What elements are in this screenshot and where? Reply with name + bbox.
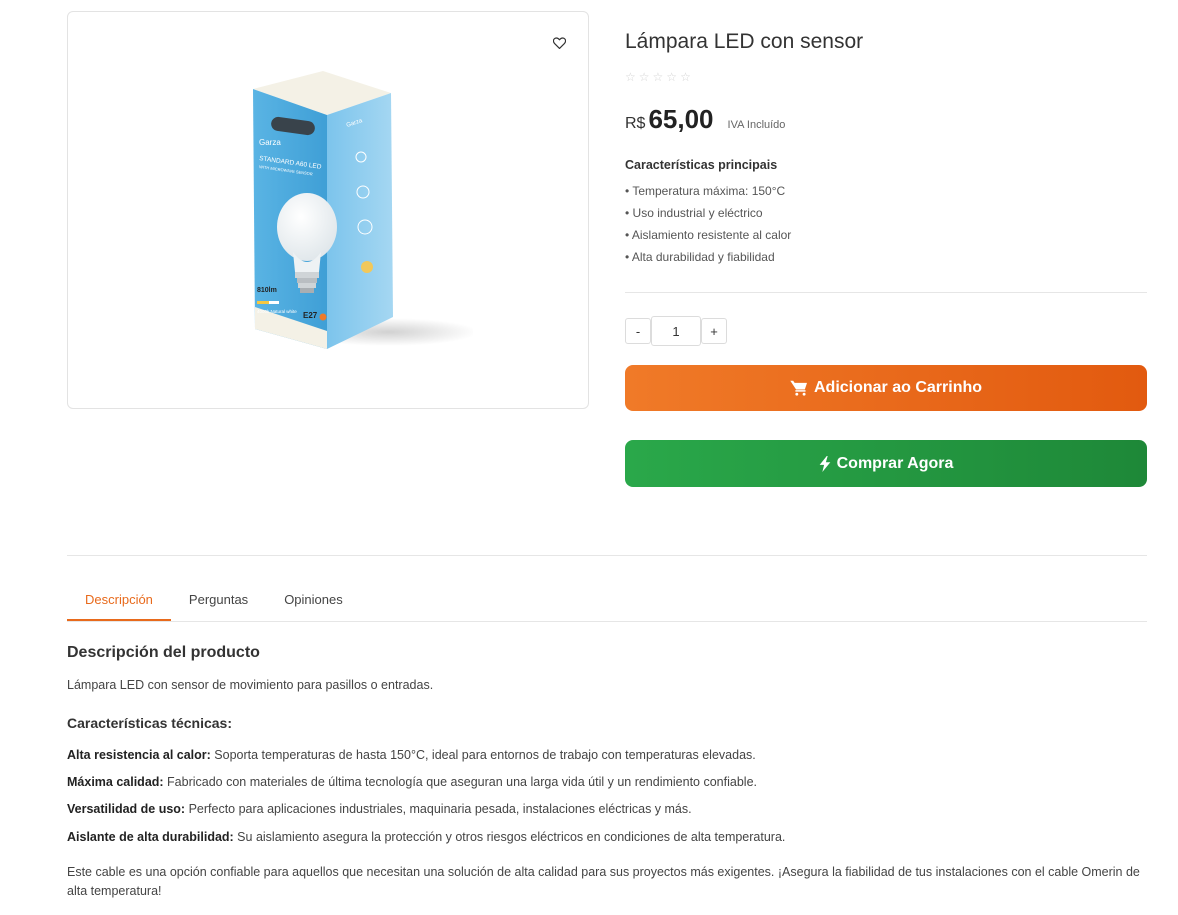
feature-item: • Aislamiento resistente al calor [625,228,792,242]
box-color: 4000k Natural white [257,309,297,314]
tax-note: IVA Incluído [727,119,786,131]
features-title: Características principais [625,158,778,172]
tab-description[interactable]: Descripción [67,582,171,621]
tab-questions[interactable]: Perguntas [171,582,266,621]
tech-item: Aislante de alta durabilidad: Su aislami… [67,830,785,844]
quantity-input[interactable] [651,316,701,346]
quantity-increase-button[interactable]: + [701,318,727,344]
add-to-cart-label: Adicionar ao Carrinho [813,379,983,396]
buy-now-button[interactable]: Comprar Agora [625,440,1147,487]
box-brand: Garza [259,138,281,147]
star-icon: ☆ [666,70,678,84]
product-image[interactable]: Garza STANDARD A60 LED WITH MICROWAVE SE… [243,67,473,357]
price-currency: R$ [625,115,646,132]
description-text: Lámpara LED con sensor de movimiento par… [67,678,434,692]
tech-item-text: Fabricado con materiales de última tecno… [163,775,757,789]
tab-reviews[interactable]: Opiniones [266,582,361,621]
product-title: Lámpara LED con sensor [625,30,864,53]
feature-item: • Alta durabilidad y fiabilidad [625,250,775,264]
closing-paragraph: Este cable es una opción confiable para … [67,865,1140,898]
heart-icon [552,37,566,49]
features-list: • Temperatura máxima: 150°C • Uso indust… [625,183,791,271]
product-tabs: Descripción Perguntas Opiniones [67,582,1147,622]
tech-item-label: Aislante de alta durabilidad: [67,830,234,844]
quantity-decrease-button[interactable]: - [625,318,651,344]
tech-item-text: Perfecto para aplicaciones industriales,… [185,802,692,816]
tech-item-label: Versatilidad de uso: [67,802,186,816]
tech-item: Versatilidad de uso: Perfecto para aplic… [67,802,692,816]
feature-item: • Uso industrial y eléctrico [625,206,763,220]
tech-item-text: Su aislamiento asegura la protección y o… [233,830,786,844]
add-to-cart-button[interactable]: Adicionar ao Carrinho [625,365,1147,411]
star-icon: ☆ [680,70,691,84]
box-socket: E27 [303,311,318,320]
description-title: Descripción del producto [67,644,260,661]
tech-item: Alta resistencia al calor: Soporta tempe… [67,748,756,762]
box-lumens: 810lm [257,287,277,294]
tech-item: Máxima calidad: Fabricado con materiales… [67,775,757,789]
star-icon: ☆ [652,70,664,84]
tech-item-label: Máxima calidad: [67,775,164,789]
tech-item-label: Alta resistencia al calor: [67,748,211,762]
tech-item-text: Soporta temperaturas de hasta 150°C, ide… [210,748,756,762]
buy-now-label: Comprar Agora [836,454,954,472]
star-icon: ☆ [638,70,650,84]
tech-title: Características técnicas: [67,715,232,731]
wishlist-button[interactable] [550,34,568,52]
quantity-stepper: - + [625,316,727,346]
product-image-gallery: Garza STANDARD A60 LED WITH MICROWAVE SE… [67,11,589,409]
price-amount: 65,00 [648,104,714,134]
section-divider [67,555,1147,556]
lightning-icon [819,455,830,472]
cart-icon [790,380,807,396]
rating-stars[interactable]: ☆ ☆ ☆ ☆ ☆ [625,70,691,84]
divider [625,292,1147,293]
price: R$ 65,00 IVA Incluído [625,104,785,135]
feature-item: • Temperatura máxima: 150°C [625,184,786,198]
star-icon: ☆ [625,70,636,84]
